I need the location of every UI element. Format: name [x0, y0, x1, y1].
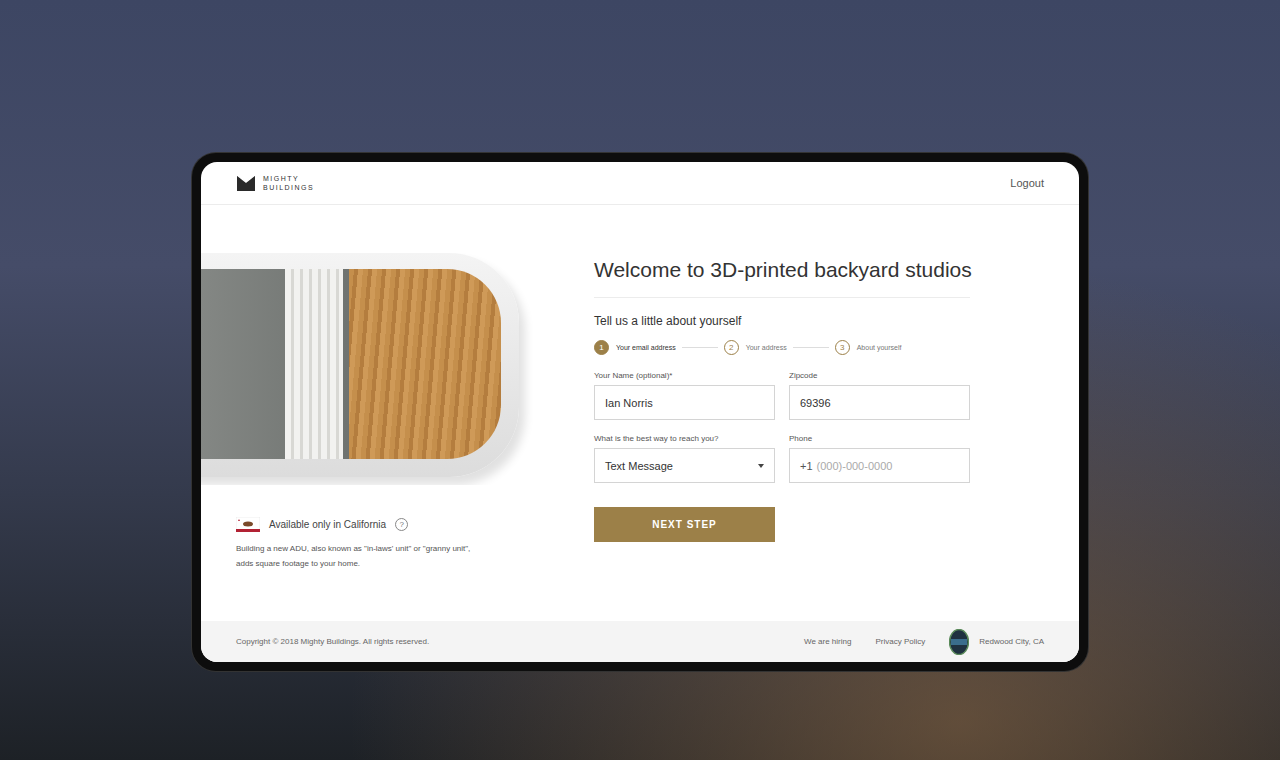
- form-subtitle: Tell us a little about yourself: [594, 314, 1004, 328]
- logo-text: MIGHTYBUILDINGS: [263, 174, 314, 192]
- form-field: Zipcode 69396: [789, 371, 970, 420]
- tablet-frame: MIGHTYBUILDINGS Logout Available only in C…: [192, 153, 1088, 671]
- step-label: Your email address: [616, 344, 676, 351]
- logo-line: BUILDINGS: [263, 183, 314, 192]
- logo-line: MIGHTY: [263, 174, 314, 183]
- divider: [594, 297, 970, 298]
- text-input[interactable]: Ian Norris: [594, 385, 775, 420]
- step[interactable]: 1 Your email address: [594, 340, 676, 355]
- text-input[interactable]: 69396: [789, 385, 970, 420]
- header: MIGHTYBUILDINGS Logout: [201, 162, 1079, 205]
- field-value: Ian Norris: [605, 397, 653, 409]
- footer-link[interactable]: Privacy Policy: [875, 637, 925, 646]
- city-badge-icon: [949, 629, 969, 655]
- text-input[interactable]: +1 (000)-000-0000: [789, 448, 970, 483]
- footer: Copyright © 2018 Mighty Buildings. All r…: [201, 621, 1079, 662]
- field-label: Your Name (optional)*: [594, 371, 775, 380]
- studio-window: [201, 269, 349, 459]
- phone-prefix: +1: [800, 460, 813, 472]
- field-value: Text Message: [605, 460, 673, 472]
- help-icon[interactable]: ?: [395, 518, 408, 531]
- form-title: Welcome to 3D-printed backyard studios: [594, 255, 1004, 285]
- studio-curtain: [285, 269, 343, 459]
- form-fields: Your Name (optional)* Ian Norris Zipcode 69…: [594, 371, 1004, 483]
- studio-inner: [201, 269, 501, 459]
- content: Available only in California? Building a …: [201, 205, 1079, 621]
- location: Redwood City, CA: [979, 637, 1044, 646]
- step-connector: [682, 347, 718, 348]
- logo-mark-icon: [236, 173, 256, 193]
- step-label: Your address: [746, 344, 787, 351]
- footer-links: We are hiring Privacy Policy Redwood City,…: [804, 629, 1044, 655]
- form-field: Phone +1 (000)-000-0000: [789, 434, 970, 483]
- form-field: Your Name (optional)* Ian Norris: [594, 371, 775, 420]
- logout-link[interactable]: Logout: [1010, 177, 1044, 189]
- step-connector: [793, 347, 829, 348]
- step-label: About yourself: [857, 344, 902, 351]
- signup-form: Welcome to 3D-printed backyard studios Te…: [560, 205, 1004, 621]
- copyright: Copyright © 2018 Mighty Buildings. All r…: [236, 637, 429, 646]
- step[interactable]: 2 Your address: [724, 340, 787, 355]
- field-value: 69396: [800, 397, 831, 409]
- availability: Available only in California?: [236, 517, 560, 532]
- availability-text: Available only in California: [269, 519, 386, 530]
- step[interactable]: 3 About yourself: [835, 340, 902, 355]
- studio-wood: [349, 269, 501, 459]
- screen: MIGHTYBUILDINGS Logout Available only in C…: [201, 162, 1079, 662]
- step-number: 1: [594, 340, 609, 355]
- field-placeholder: (000)-000-0000: [817, 460, 893, 472]
- dropdown-caret-icon: [758, 464, 764, 468]
- description: Building a new ADU, also known as "in-la…: [236, 541, 486, 571]
- stepper: 1 Your email address 2 Your address 3 About y…: [594, 340, 1004, 355]
- logo[interactable]: MIGHTYBUILDINGS: [236, 173, 314, 193]
- form-field: What is the best way to reach you? Text M…: [594, 434, 775, 483]
- studio-capsule: [201, 253, 519, 477]
- step-number: 2: [724, 340, 739, 355]
- field-label: Phone: [789, 434, 970, 443]
- field-label: Zipcode: [789, 371, 970, 380]
- page: MIGHTYBUILDINGS Logout Available only in C…: [0, 0, 1280, 760]
- left-column: Available only in California? Building a …: [201, 205, 560, 621]
- studio-image: [201, 253, 560, 485]
- select-input[interactable]: Text Message: [594, 448, 775, 483]
- next-step-button[interactable]: NEXT STEP: [594, 507, 775, 542]
- field-label: What is the best way to reach you?: [594, 434, 775, 443]
- california-flag-icon: [236, 517, 260, 532]
- step-number: 3: [835, 340, 850, 355]
- footer-link[interactable]: We are hiring: [804, 637, 851, 646]
